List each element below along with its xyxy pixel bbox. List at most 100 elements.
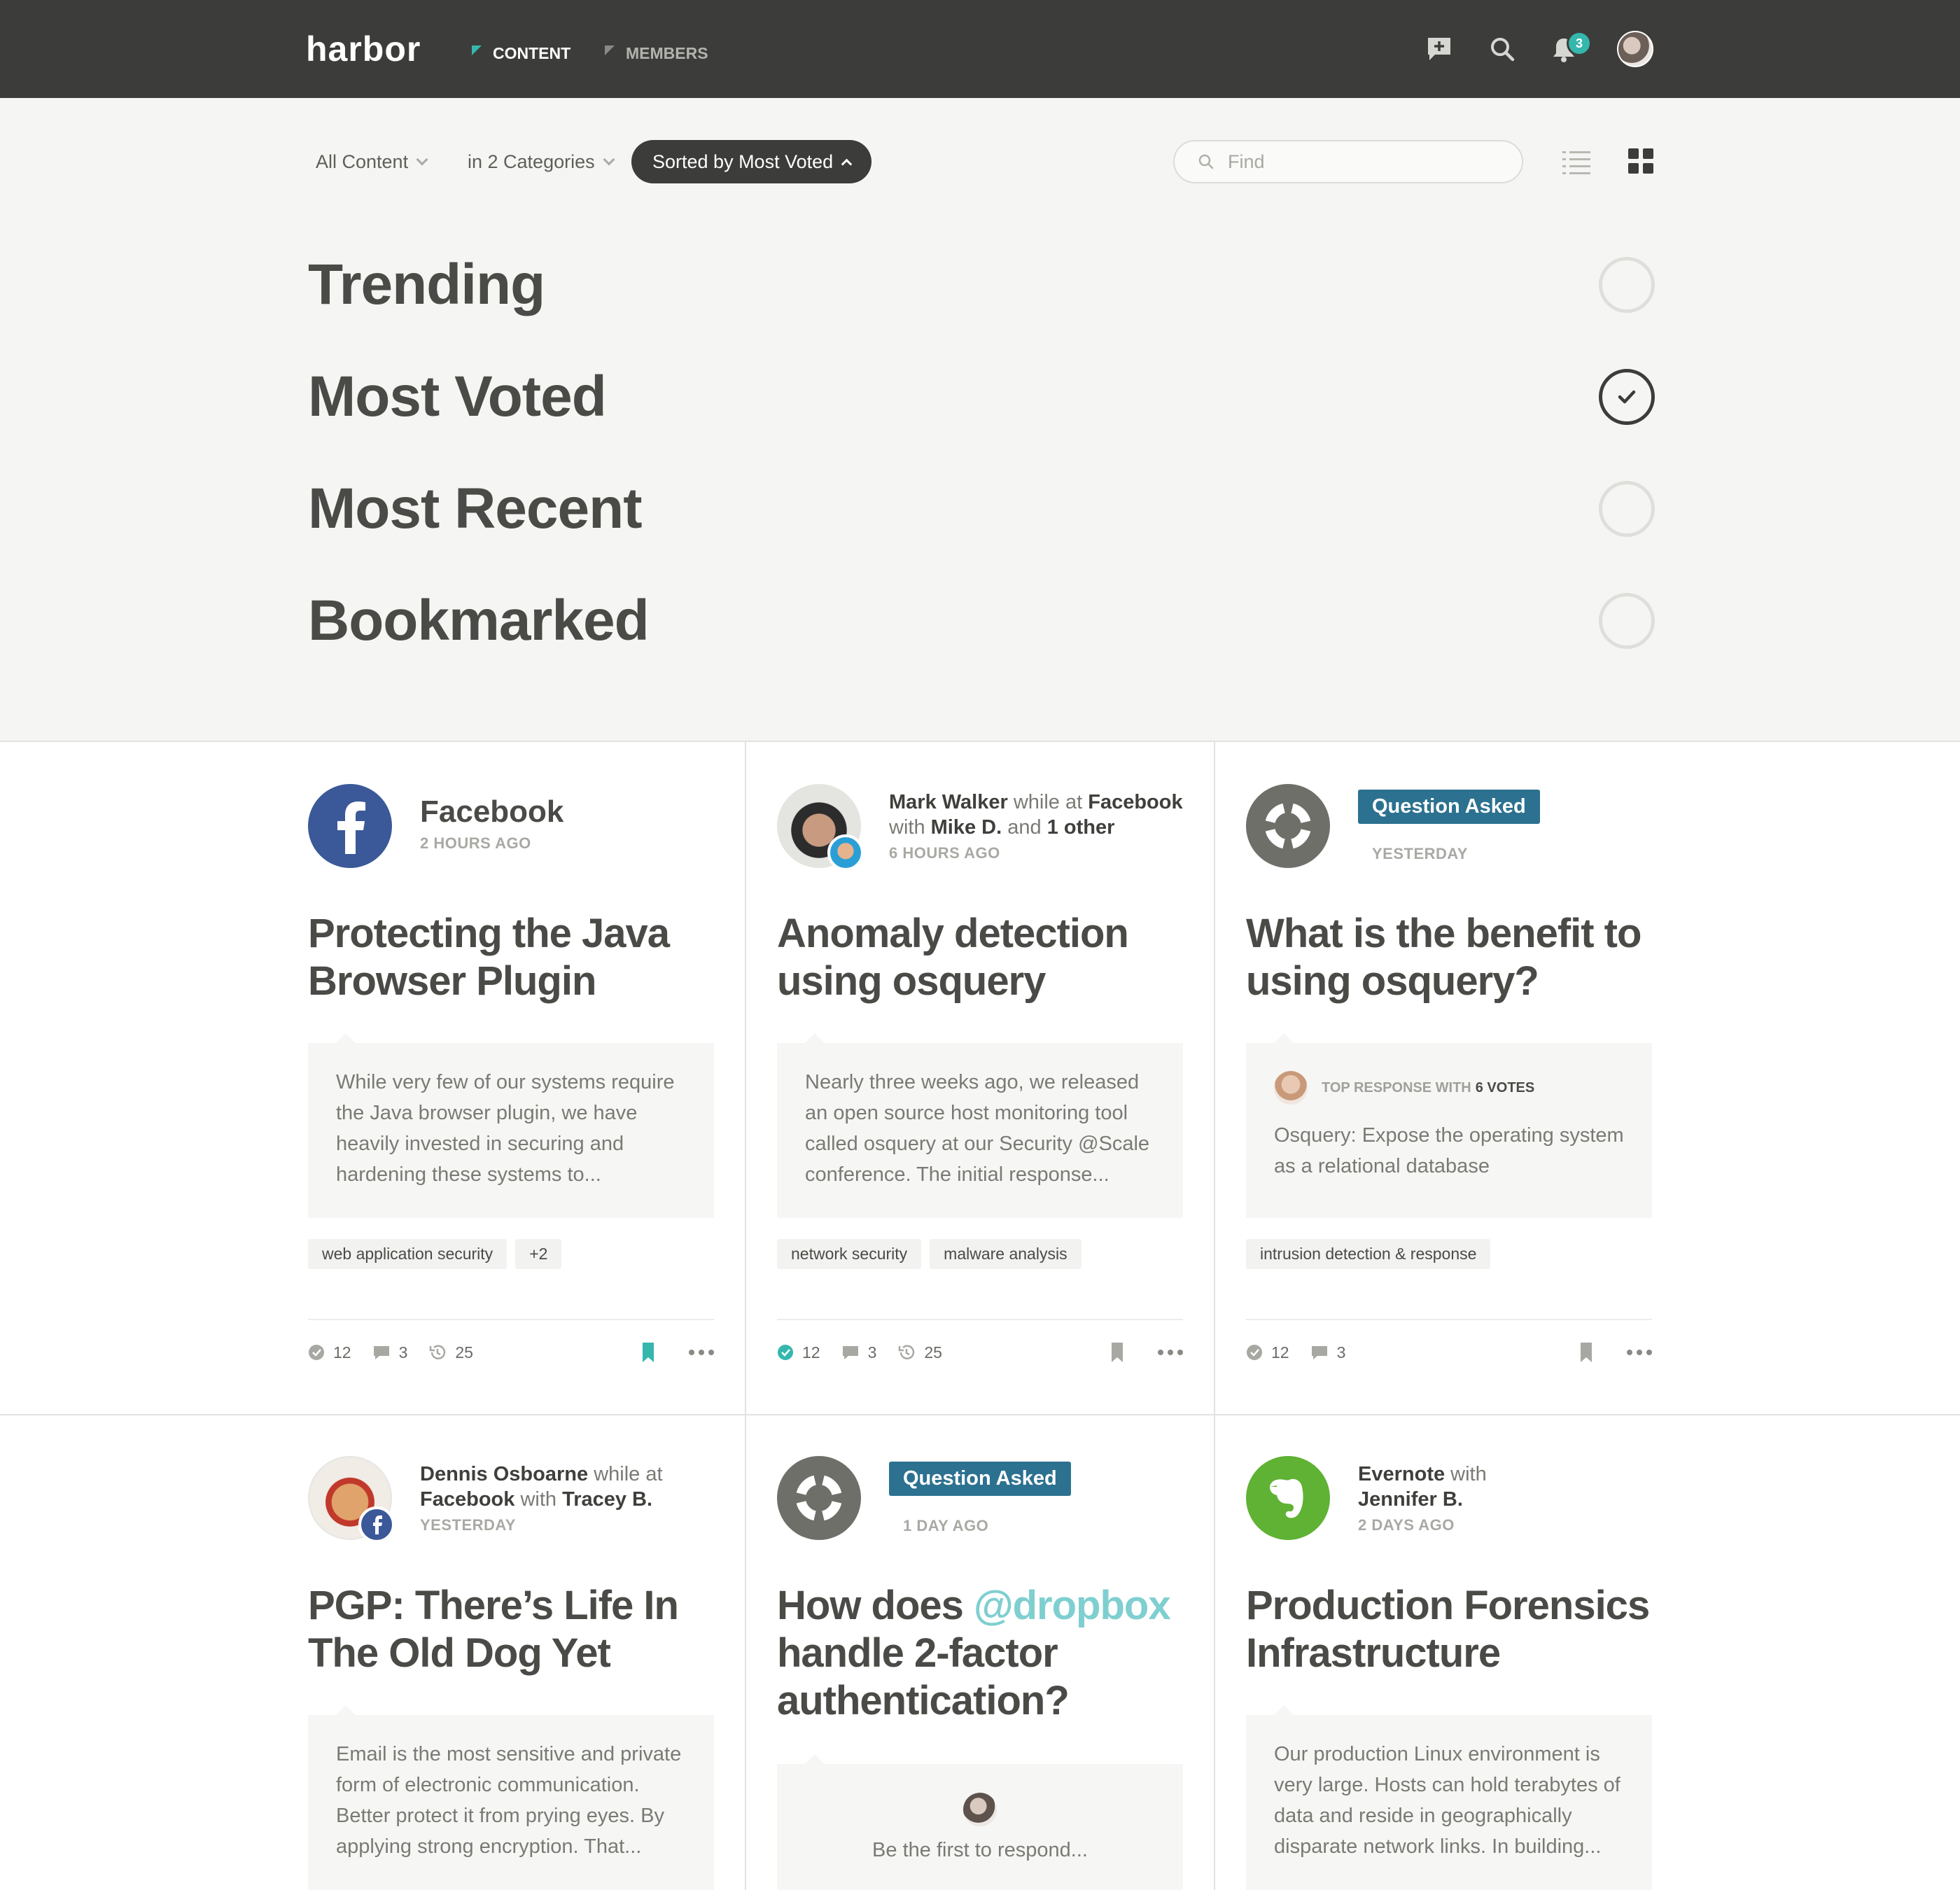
- top-bar: harbor CONTENT MEMBERS 3: [0, 0, 1960, 98]
- top-response-box[interactable]: TOP RESPONSE WITH 6 VOTES Osquery: Expos…: [1246, 1033, 1652, 1218]
- comments-stat[interactable]: 3: [372, 1343, 408, 1362]
- coauthor-name[interactable]: Jennifer B.: [1358, 1488, 1463, 1511]
- more-options-icon[interactable]: [1627, 1350, 1652, 1355]
- more-options-icon[interactable]: [689, 1350, 714, 1355]
- notification-count-badge: 3: [1567, 31, 1592, 56]
- tag-chip[interactable]: network security: [777, 1239, 922, 1269]
- nav-members-label: MEMBERS: [626, 44, 708, 62]
- post-title[interactable]: How does @dropbox handle 2-factor authen…: [777, 1582, 1197, 1725]
- comments-stat[interactable]: 3: [841, 1343, 877, 1362]
- content-card[interactable]: Question Asked 1 DAY AGO How does @dropb…: [777, 1456, 1183, 1890]
- votes-stat[interactable]: 12: [1246, 1343, 1289, 1362]
- org-name[interactable]: Facebook: [1088, 791, 1182, 813]
- bookmark-icon[interactable]: [1110, 1343, 1124, 1362]
- vote-check-icon: [1247, 1345, 1262, 1360]
- source-name[interactable]: Facebook: [420, 794, 721, 830]
- nav-content-label: CONTENT: [493, 44, 571, 62]
- more-options-icon[interactable]: [1158, 1350, 1183, 1355]
- sort-option-trending[interactable]: Trending: [308, 243, 1655, 327]
- respond-prompt[interactable]: Be the first to respond...: [777, 1754, 1183, 1890]
- meta-text: with: [520, 1488, 557, 1511]
- categories-filter[interactable]: in 2 Categories: [468, 140, 615, 183]
- radio-checked-icon[interactable]: [1599, 369, 1655, 425]
- content-card[interactable]: Dennis Osboarne while at Facebook with T…: [308, 1456, 714, 1890]
- respond-text: Be the first to respond...: [872, 1838, 1088, 1861]
- author-name[interactable]: Mark Walker: [889, 791, 1008, 813]
- find-field[interactable]: [1173, 140, 1523, 183]
- sort-dropdown[interactable]: Sorted by Most Voted: [631, 140, 872, 183]
- post-title[interactable]: PGP: There’s Life In The Old Dog Yet: [308, 1582, 728, 1677]
- post-time: 6 HOURS AGO: [889, 844, 1000, 862]
- active-marker-icon: [472, 46, 482, 55]
- top-response-text: Osquery: Expose the operating system as …: [1274, 1124, 1624, 1177]
- org-name[interactable]: Facebook: [420, 1488, 514, 1511]
- sort-option-label: Most Recent: [308, 477, 643, 540]
- author-name[interactable]: Dennis Osboarne: [420, 1463, 588, 1485]
- history-icon: [899, 1345, 915, 1359]
- views-count: 25: [455, 1343, 473, 1362]
- mention-link[interactable]: @dropbox: [974, 1583, 1171, 1628]
- post-title[interactable]: Anomaly detection using osquery: [777, 910, 1197, 1005]
- content-card[interactable]: Evernote with Jennifer B. 2 DAYS AGO Pro…: [1246, 1456, 1652, 1890]
- grid-view-icon[interactable]: [1628, 148, 1653, 174]
- comments-count: 3: [867, 1343, 877, 1362]
- sort-option-most-voted[interactable]: Most Voted: [308, 355, 1655, 439]
- top-response-votes: 6 VOTES: [1475, 1080, 1535, 1096]
- sort-option-bookmarked[interactable]: Bookmarked: [308, 579, 1655, 663]
- content-card[interactable]: Question Asked YESTERDAY What is the ben…: [1246, 784, 1652, 1386]
- all-content-filter[interactable]: All Content: [316, 140, 428, 183]
- votes-count: 12: [802, 1343, 820, 1362]
- evernote-logo-icon: [1246, 1456, 1330, 1540]
- nav-members[interactable]: MEMBERS: [605, 39, 708, 67]
- inactive-marker-icon: [605, 46, 615, 55]
- votes-stat[interactable]: 12: [308, 1343, 351, 1362]
- chevron-down-icon: [603, 153, 615, 166]
- post-title[interactable]: What is the benefit to using osquery?: [1246, 910, 1666, 1005]
- post-title[interactable]: Production Forensics Infrastructure: [1246, 1582, 1666, 1677]
- others-link[interactable]: 1 other: [1047, 816, 1115, 839]
- facebook-badge-icon: [358, 1506, 395, 1543]
- bookmark-icon[interactable]: [1579, 1343, 1593, 1362]
- coauthor-name[interactable]: Mike D.: [931, 816, 1002, 839]
- comments-stat[interactable]: 3: [1310, 1343, 1345, 1362]
- nav-content[interactable]: CONTENT: [472, 39, 570, 67]
- coauthor-name[interactable]: Tracey B.: [562, 1488, 652, 1511]
- new-post-icon[interactable]: [1422, 32, 1456, 66]
- search-icon: [1198, 154, 1214, 169]
- bookmark-active-icon[interactable]: [641, 1343, 655, 1362]
- votes-stat[interactable]: 12: [777, 1343, 820, 1362]
- views-stat[interactable]: 25: [897, 1343, 942, 1362]
- post-excerpt: Email is the most sensitive and private …: [308, 1705, 714, 1890]
- column-divider: [745, 741, 746, 1890]
- vote-check-icon: [778, 1345, 793, 1360]
- radio-unchecked-icon[interactable]: [1599, 257, 1655, 313]
- tag-chip[interactable]: web application security: [308, 1239, 507, 1269]
- more-tags-chip[interactable]: +2: [515, 1239, 562, 1269]
- search-icon[interactable]: [1485, 32, 1519, 66]
- comment-icon: [373, 1346, 389, 1359]
- meta-text: with: [889, 816, 925, 839]
- sort-option-most-recent[interactable]: Most Recent: [308, 467, 1655, 551]
- content-card[interactable]: Mark Walker while at Facebook with Mike …: [777, 784, 1183, 1386]
- categories-label: in 2 Categories: [468, 151, 595, 172]
- post-excerpt: While very few of our systems require th…: [308, 1033, 714, 1218]
- harbor-logo[interactable]: harbor: [306, 28, 421, 70]
- list-view-icon[interactable]: [1561, 146, 1593, 178]
- tag-chip[interactable]: malware analysis: [930, 1239, 1082, 1269]
- find-input[interactable]: [1228, 150, 1508, 173]
- post-time: YESTERDAY: [420, 1516, 516, 1534]
- comments-count: 3: [398, 1343, 408, 1362]
- history-icon: [430, 1345, 446, 1359]
- post-title[interactable]: Protecting the Java Browser Plugin: [308, 910, 728, 1005]
- votes-count: 12: [1271, 1343, 1289, 1362]
- post-time: 1 DAY AGO: [903, 1517, 989, 1534]
- radio-unchecked-icon[interactable]: [1599, 593, 1655, 649]
- tag-chip[interactable]: intrusion detection & response: [1246, 1239, 1491, 1269]
- user-avatar[interactable]: [1617, 31, 1653, 67]
- org-name[interactable]: Evernote: [1358, 1463, 1445, 1485]
- post-excerpt: Our production Linux environment is very…: [1246, 1705, 1652, 1890]
- question-asked-badge: Question Asked: [1358, 790, 1540, 824]
- views-stat[interactable]: 25: [428, 1343, 473, 1362]
- content-card[interactable]: Facebook 2 HOURS AGO Protecting the Java…: [308, 784, 714, 1386]
- radio-unchecked-icon[interactable]: [1599, 481, 1655, 537]
